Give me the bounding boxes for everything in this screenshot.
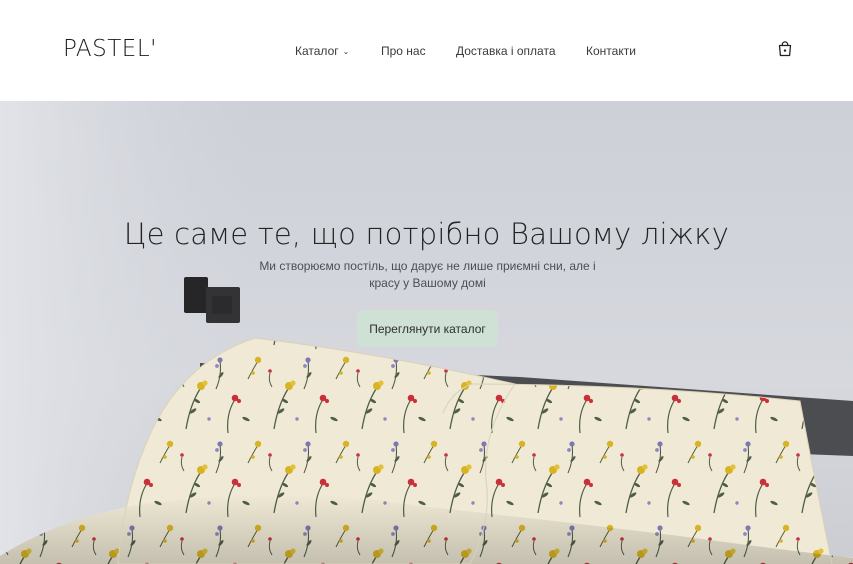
nav-catalog-label: Каталог xyxy=(295,44,339,58)
nav-catalog[interactable]: Каталог ⌄ xyxy=(295,44,349,58)
site-header: PASTEL' Каталог ⌄ Про нас Доставка і опла… xyxy=(0,0,853,101)
logo[interactable]: PASTEL' xyxy=(63,36,157,62)
nav-delivery[interactable]: Доставка і оплата xyxy=(456,44,556,58)
shopping-bag-icon xyxy=(778,41,792,57)
hero-subtitle-line-1: Ми створюємо постіль, що дарує не лише п… xyxy=(259,259,596,273)
cart-button[interactable] xyxy=(776,40,794,58)
chevron-down-icon: ⌄ xyxy=(342,47,350,56)
nav-about[interactable]: Про нас xyxy=(381,44,426,58)
hero-title: Це саме те, що потрібно Вашому ліжку xyxy=(123,217,730,252)
nav-contacts[interactable]: Контакти xyxy=(586,44,636,58)
hero-subtitle-line-2: красу у Вашому домі xyxy=(369,276,486,290)
view-catalog-button[interactable]: Переглянути каталог xyxy=(357,310,498,347)
hero-banner: Це саме те, що потрібно Вашому ліжку Ми … xyxy=(0,101,853,564)
hero-subtitle: Ми створюємо постіль, що дарує не лише п… xyxy=(250,258,605,292)
